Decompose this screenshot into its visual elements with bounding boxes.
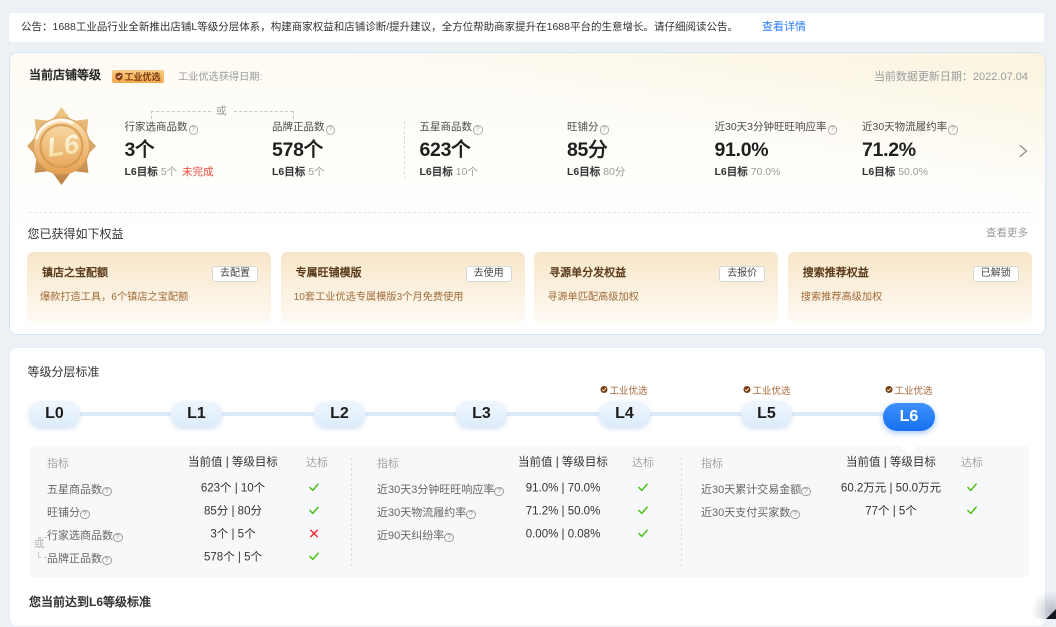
svg-text:L6: L6 [45,129,81,163]
